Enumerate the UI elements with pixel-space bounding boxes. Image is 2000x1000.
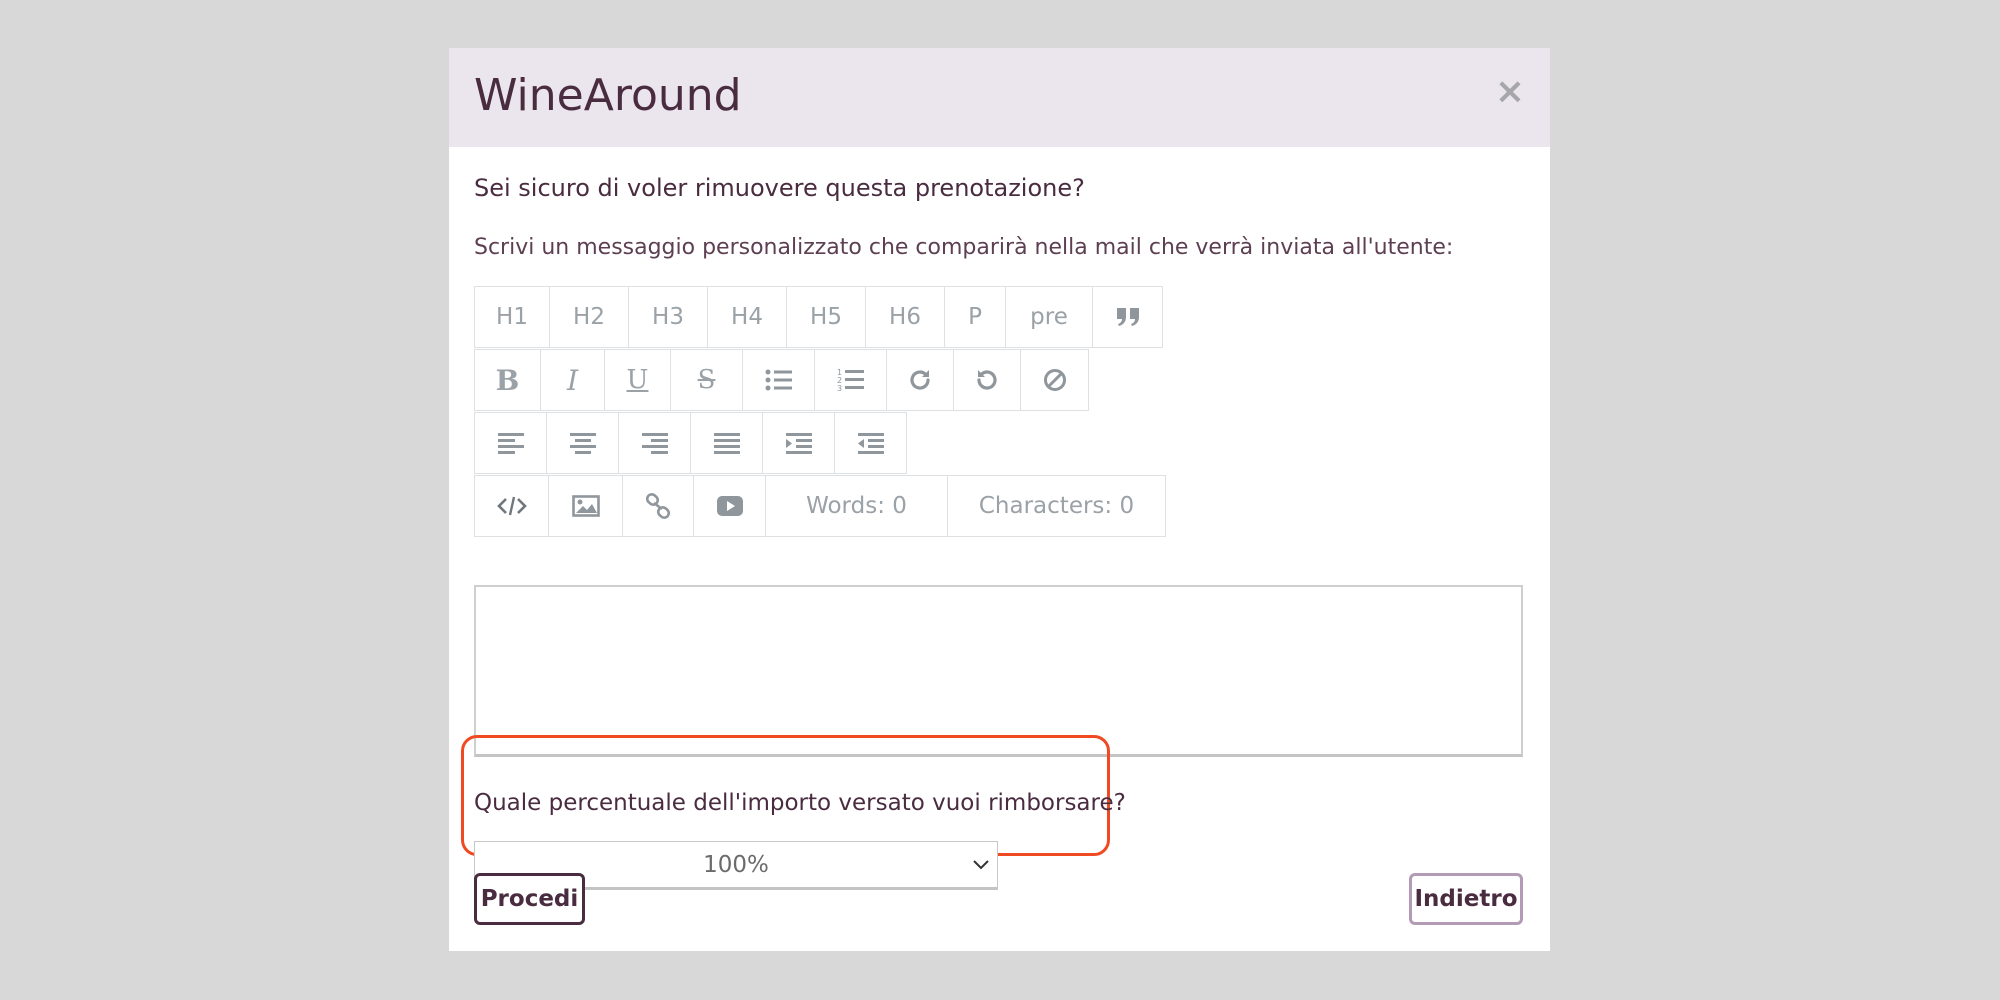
image-icon — [571, 495, 600, 517]
refund-selected-value: 100% — [703, 851, 769, 878]
insert-link-button[interactable] — [622, 475, 694, 537]
ordered-list-icon: 1 2 3 — [837, 368, 864, 393]
toolbar-align-row — [474, 412, 907, 474]
align-left-icon — [497, 433, 524, 454]
link-icon — [645, 493, 671, 519]
toolbar-headings-row: H1 H2 H3 H4 H5 H6 P pre — [474, 286, 1163, 348]
underline-icon: U — [626, 365, 649, 395]
confirmation-question: Sei sicuro di voler rimuovere questa pre… — [474, 174, 1085, 202]
paragraph-button[interactable]: P — [944, 286, 1006, 348]
align-justify-button[interactable] — [690, 412, 763, 474]
h3-button[interactable]: H3 — [628, 286, 708, 348]
h4-button[interactable]: H4 — [707, 286, 787, 348]
close-icon[interactable]: × — [1490, 72, 1530, 112]
align-center-icon — [569, 433, 596, 454]
proceed-button[interactable]: Procedi — [474, 873, 585, 925]
align-right-icon — [641, 433, 668, 454]
toolbar-insert-row: Words: 0 Characters: 0 — [474, 475, 1166, 537]
underline-button[interactable]: U — [604, 349, 671, 411]
clear-format-icon — [1043, 369, 1066, 391]
clear-format-button[interactable] — [1020, 349, 1089, 411]
svg-text:3: 3 — [837, 384, 842, 393]
align-right-button[interactable] — [618, 412, 691, 474]
h6-button[interactable]: H6 — [865, 286, 945, 348]
bold-icon: B — [495, 363, 520, 397]
back-button[interactable]: Indietro — [1409, 873, 1523, 925]
bold-button[interactable]: B — [474, 349, 541, 411]
unordered-list-icon — [765, 369, 792, 391]
quote-icon — [1116, 308, 1139, 326]
insert-image-button[interactable] — [548, 475, 623, 537]
ordered-list-button[interactable]: 1 2 3 — [814, 349, 887, 411]
toolbar-format-row: B I U S 1 2 3 — [474, 349, 1089, 411]
chevron-down-icon — [973, 860, 989, 870]
outdent-icon — [857, 433, 884, 454]
strikethrough-button[interactable]: S — [670, 349, 743, 411]
modal-dialog: WineAround × Sei sicuro di voler rimuove… — [449, 48, 1550, 951]
insert-video-button[interactable] — [693, 475, 766, 537]
unordered-list-button[interactable] — [742, 349, 815, 411]
undo-icon — [977, 370, 997, 390]
strikethrough-icon: S — [697, 365, 716, 395]
video-icon — [716, 496, 743, 516]
message-hint: Scrivi un messaggio personalizzato che c… — [474, 235, 1454, 260]
refund-label: Quale percentuale dell'importo versato v… — [474, 790, 1126, 816]
h5-button[interactable]: H5 — [786, 286, 866, 348]
redo-icon — [910, 370, 930, 390]
redo-button[interactable] — [886, 349, 954, 411]
outdent-button[interactable] — [834, 412, 907, 474]
indent-icon — [785, 433, 812, 454]
character-count: Characters: 0 — [947, 475, 1166, 537]
modal-header: WineAround × — [449, 48, 1550, 147]
code-view-button[interactable] — [474, 475, 549, 537]
modal-title: WineAround — [474, 70, 742, 121]
code-view-icon — [496, 496, 527, 516]
italic-button[interactable]: I — [540, 349, 605, 411]
blockquote-button[interactable] — [1092, 286, 1163, 348]
align-left-button[interactable] — [474, 412, 547, 474]
h1-button[interactable]: H1 — [474, 286, 550, 348]
undo-button[interactable] — [953, 349, 1021, 411]
italic-icon: I — [566, 363, 579, 397]
word-count: Words: 0 — [765, 475, 948, 537]
h2-button[interactable]: H2 — [549, 286, 629, 348]
align-justify-icon — [713, 433, 740, 454]
indent-button[interactable] — [762, 412, 835, 474]
message-editor[interactable] — [474, 585, 1523, 757]
pre-button[interactable]: pre — [1005, 286, 1093, 348]
align-center-button[interactable] — [546, 412, 619, 474]
